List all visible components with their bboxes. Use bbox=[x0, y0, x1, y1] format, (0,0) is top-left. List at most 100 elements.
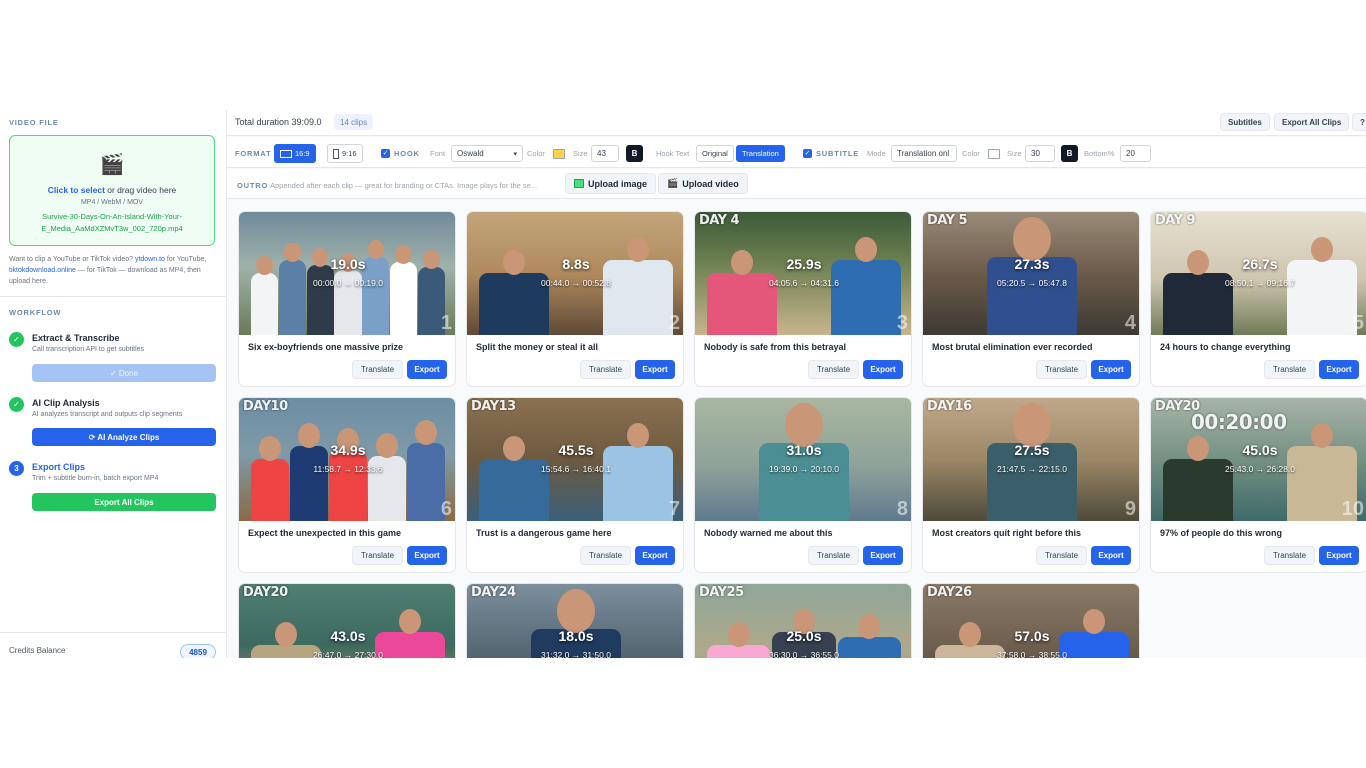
subtitle-label: SUBTITLE bbox=[816, 149, 860, 158]
translate-button[interactable]: Translate bbox=[580, 546, 631, 565]
ratio-9-16-button[interactable]: 9:16 bbox=[327, 144, 363, 163]
export-all-clips-button[interactable]: Export All Clips bbox=[32, 493, 216, 511]
clip-thumbnail[interactable]: DAY2525.0s36:30.0 → 36:55.013 bbox=[695, 584, 911, 658]
font-label: Font bbox=[430, 149, 446, 158]
clip-title: Most creators quit right before this bbox=[932, 528, 1082, 538]
clip-thumbnail[interactable]: 31.0s 19:39.0 → 20:10.0 8 bbox=[695, 398, 911, 521]
clip-thumbnail[interactable]: DAY2418.0s31:32.0 → 31:50.012 bbox=[467, 584, 683, 658]
clip-thumbnail[interactable]: DAY2657.0s37:58.0 → 38:55.014 bbox=[923, 584, 1139, 658]
clip-thumbnail[interactable]: DAY 4 25.9s 04:05.6 → 04:31.6 3 bbox=[695, 212, 911, 335]
workflow-label: WORKFLOW bbox=[9, 308, 62, 317]
clip-duration: 57.0s bbox=[1014, 628, 1050, 644]
clip-index: 9 bbox=[1124, 498, 1136, 520]
hook-label: HOOK bbox=[394, 149, 420, 158]
clapperboard-icon: 🎬 bbox=[99, 154, 125, 176]
clip-thumbnail[interactable]: DAY13 45.5s 15:54.6 → 16:40.1 7 bbox=[467, 398, 683, 521]
clip-thumbnail[interactable]: 8.8s 00:44.0 → 00:52.8 2 bbox=[467, 212, 683, 335]
tiktokdownload-link[interactable]: tiktokdownload.online bbox=[9, 267, 76, 274]
hook-text-translation-button[interactable]: Translation bbox=[736, 145, 785, 162]
clip-duration: 25.0s bbox=[786, 628, 822, 644]
clip-thumbnail[interactable]: DAY 5 27.3s 05:20.5 → 05:47.8 4 bbox=[923, 212, 1139, 335]
app-root: VIDEO FILE 🎬 Click to select or drag vid… bbox=[0, 110, 1366, 658]
export-button[interactable]: Export bbox=[1091, 360, 1131, 379]
person-figure bbox=[390, 262, 418, 335]
clip-thumbnail[interactable]: DAY 9 26.7s 08:50.1 → 09:16.7 5 bbox=[1151, 212, 1366, 335]
person-figure bbox=[329, 451, 367, 521]
step-number-badge: 3 bbox=[9, 461, 24, 476]
subtitle-size-input[interactable]: 30 bbox=[1025, 145, 1055, 162]
translate-button[interactable]: Translate bbox=[580, 360, 631, 379]
export-button[interactable]: Export bbox=[1319, 360, 1359, 379]
clip-index: 4 bbox=[1124, 312, 1136, 334]
clip-title: Trust is a dangerous game here bbox=[476, 528, 612, 538]
ai-analyze-clips-button[interactable]: ⟳ AI Analyze Clips bbox=[32, 428, 216, 446]
hook-bold-button[interactable]: B bbox=[626, 145, 643, 162]
subtitle-bold-button[interactable]: B bbox=[1061, 145, 1078, 162]
translate-button[interactable]: Translate bbox=[1264, 360, 1315, 379]
step-title: AI Clip Analysis bbox=[32, 398, 100, 408]
clip-card: DAY 9 26.7s 08:50.1 → 09:16.7 5 24 hours to … bbox=[1150, 211, 1366, 387]
clip-card: DAY2043.0s26:47.0 → 27:30.011TranslateEx… bbox=[238, 583, 456, 658]
export-button[interactable]: Export bbox=[635, 360, 675, 379]
font-select[interactable]: Oswald ▾ bbox=[451, 145, 523, 162]
clip-time-range: 19:39.0 → 20:10.0 bbox=[769, 464, 839, 474]
export-button[interactable]: Export bbox=[407, 360, 447, 379]
export-all-clips-top-button[interactable]: Export All Clips bbox=[1274, 113, 1350, 131]
subtitles-button[interactable]: Subtitles bbox=[1220, 113, 1270, 131]
subtitle-color-swatch[interactable] bbox=[988, 149, 1000, 159]
hook-checkbox[interactable]: ✓ bbox=[381, 149, 390, 158]
clip-time-range: 11:58.7 → 12:33.6 bbox=[313, 464, 383, 474]
format-label: FORMAT bbox=[235, 149, 272, 158]
clip-thumbnail[interactable]: 19.0s 00:00.0 → 00:19.0 1 bbox=[239, 212, 455, 335]
clips-count-badge: 14 clips bbox=[334, 114, 374, 130]
clip-index: 10 bbox=[1341, 498, 1364, 520]
clip-thumbnail[interactable]: DAY20 00:20:00 45.0s 25:43.0 → 26:28.0 10 bbox=[1151, 398, 1366, 521]
clip-time-range: 00:00.0 → 00:19.0 bbox=[313, 278, 383, 288]
export-button[interactable]: Export bbox=[635, 546, 675, 565]
ytdown-link[interactable]: ytdown.to bbox=[135, 256, 165, 263]
translate-button[interactable]: Translate bbox=[1264, 546, 1315, 565]
ratio-16-9-button[interactable]: 16:9 bbox=[274, 144, 316, 163]
clip-card: 8.8s 00:44.0 → 00:52.8 2 Split the money or… bbox=[466, 211, 684, 387]
translate-button[interactable]: Translate bbox=[1036, 360, 1087, 379]
clip-thumbnail[interactable]: DAY16 27.5s 21:47.5 → 22:15.0 9 bbox=[923, 398, 1139, 521]
export-button[interactable]: Export bbox=[1319, 546, 1359, 565]
clip-card: DAY20 00:20:00 45.0s 25:43.0 → 26:28.0 10 97%… bbox=[1150, 397, 1366, 573]
hook-color-swatch[interactable] bbox=[553, 149, 565, 159]
top-toolbar: Total duration 39:09.0 14 clips Subtitle… bbox=[227, 110, 1366, 136]
click-to-select-link[interactable]: Click to select bbox=[48, 185, 105, 195]
translate-button[interactable]: Translate bbox=[352, 360, 403, 379]
export-button[interactable]: Export bbox=[407, 546, 447, 565]
day-overlay: DAY26 bbox=[927, 585, 972, 600]
clip-thumbnail[interactable]: DAY10 34.9s 11:58.7 → 12:33.6 6 bbox=[239, 398, 455, 521]
video-dropzone[interactable]: 🎬 Click to select or drag video here MP4… bbox=[9, 135, 215, 246]
clip-title: Most brutal elimination ever recorded bbox=[932, 342, 1093, 352]
bottom-percent-input[interactable]: 20 bbox=[1120, 145, 1151, 162]
translate-button[interactable]: Translate bbox=[352, 546, 403, 565]
day-overlay: DAY20 bbox=[243, 585, 288, 600]
hook-size-input[interactable]: 43 bbox=[591, 145, 619, 162]
clip-time-range: 37:58.0 → 38:55.0 bbox=[997, 650, 1067, 658]
upload-image-button[interactable]: Upload image bbox=[565, 173, 657, 194]
person-head bbox=[1013, 217, 1051, 261]
clip-title: 97% of people do this wrong bbox=[1160, 528, 1283, 538]
subtitle-mode-select[interactable]: Translation onl bbox=[891, 145, 957, 162]
translate-button[interactable]: Translate bbox=[808, 360, 859, 379]
subtitle-checkbox[interactable]: ✓ bbox=[803, 149, 812, 158]
hook-text-original-button[interactable]: Original bbox=[696, 145, 734, 162]
clip-card: 31.0s 19:39.0 → 20:10.0 8 Nobody warned me … bbox=[694, 397, 912, 573]
upload-video-button[interactable]: 🎬 Upload video bbox=[658, 173, 748, 194]
clip-card: 19.0s 00:00.0 → 00:19.0 1 Six ex-boyfriends… bbox=[238, 211, 456, 387]
translate-button[interactable]: Translate bbox=[1036, 546, 1087, 565]
export-button[interactable]: Export bbox=[1091, 546, 1131, 565]
help-button[interactable]: ? bbox=[1352, 113, 1366, 131]
translate-button[interactable]: Translate bbox=[808, 546, 859, 565]
export-button[interactable]: Export bbox=[863, 546, 903, 565]
clip-thumbnail[interactable]: DAY2043.0s26:47.0 → 27:30.011 bbox=[239, 584, 455, 658]
clip-index: 6 bbox=[440, 498, 452, 520]
clip-duration: 45.0s bbox=[1242, 442, 1278, 458]
sidebar: VIDEO FILE 🎬 Click to select or drag vid… bbox=[0, 110, 227, 658]
clip-duration: 27.5s bbox=[1014, 442, 1050, 458]
done-button[interactable]: ✓ Done bbox=[32, 364, 216, 382]
export-button[interactable]: Export bbox=[863, 360, 903, 379]
